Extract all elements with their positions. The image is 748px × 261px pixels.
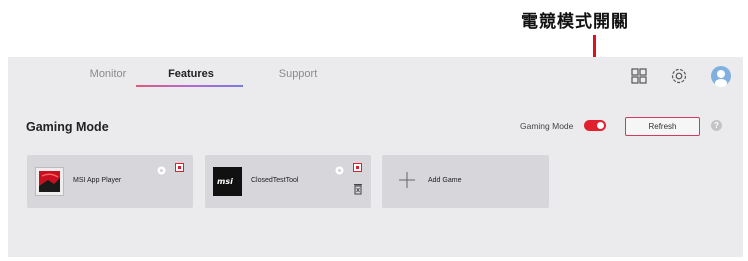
gear-icon[interactable] [334,163,345,175]
plus-icon [396,169,418,191]
callout-label: 電競模式開關 [521,12,629,32]
game-card[interactable]: msi ClosedTestTool [205,155,371,208]
gaming-mode-label: Gaming Mode [520,121,574,131]
tab-features[interactable]: Features [136,68,246,80]
grid-icon[interactable] [628,65,650,87]
gear-icon[interactable] [156,163,167,175]
game-name: ClosedTestTool [251,177,299,184]
app-thumbnail-icon [35,167,64,196]
tab-support[interactable]: Support [243,68,353,80]
tab-active-indicator [136,85,243,87]
svg-text:msi: msi [217,177,233,186]
add-game-card[interactable]: Add Game [382,155,549,208]
avatar[interactable] [710,65,732,87]
gear-icon[interactable] [668,65,690,87]
game-name: MSI App Player [73,177,122,184]
gaming-mode-toggle[interactable] [584,120,606,131]
app-window: Monitor Features Support Gaming Mode Gam… [8,57,743,257]
stop-icon[interactable] [353,163,362,172]
stop-icon[interactable] [175,163,184,172]
toggle-knob [597,122,604,129]
refresh-button[interactable]: Refresh [625,117,700,136]
add-game-label: Add Game [428,177,462,184]
msi-logo-icon: msi [213,167,242,196]
trash-icon[interactable] [353,182,363,195]
game-card[interactable]: MSI App Player [27,155,193,208]
section-title: Gaming Mode [26,120,109,134]
help-icon[interactable]: ? [711,120,722,131]
